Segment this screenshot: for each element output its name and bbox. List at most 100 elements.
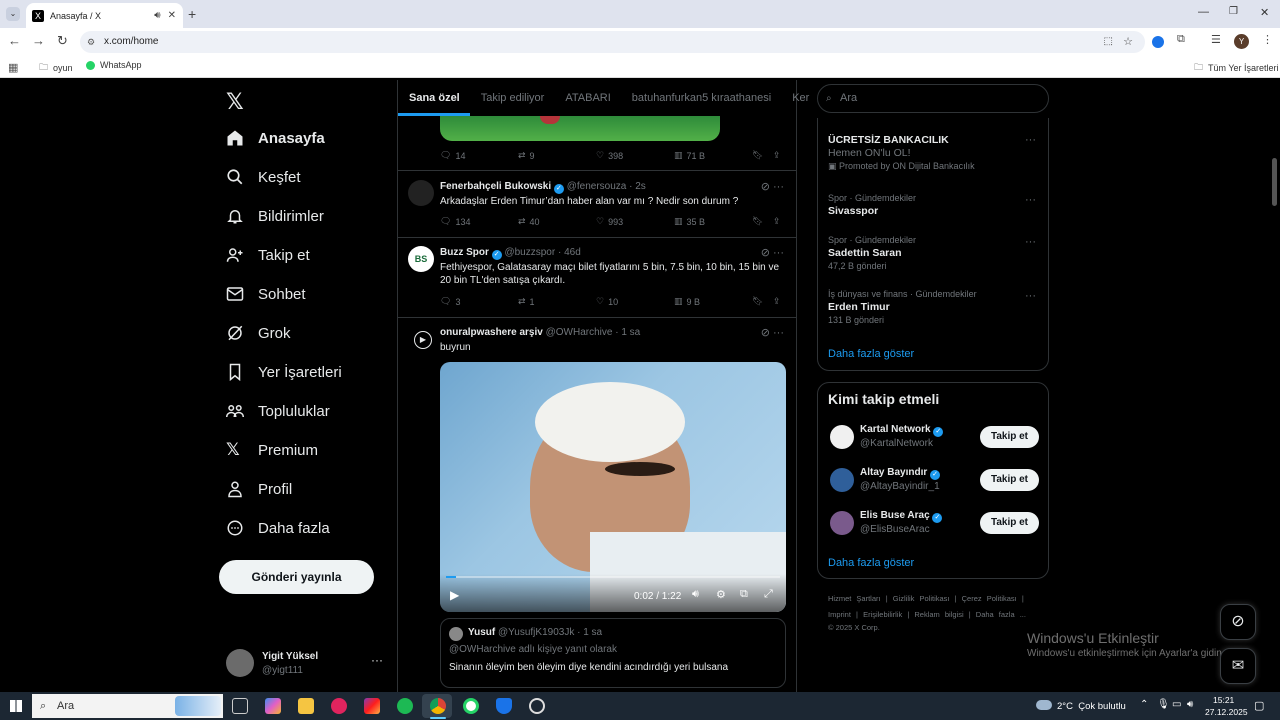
puzzle-icon[interactable]: ⧉ (1177, 33, 1185, 46)
more-icon[interactable]: ··· (1025, 290, 1036, 302)
site-info-icon[interactable]: ⚙ (87, 31, 95, 53)
video-progress[interactable] (446, 576, 780, 578)
post[interactable]: ▶ onuralpwashere arşiv @OWHarchive · 1 s… (398, 318, 796, 692)
grok-more-icons[interactable]: ⊘ ··· (761, 326, 784, 339)
minimize-icon[interactable]: — (1198, 6, 1209, 18)
quoted-reply[interactable]: Yusuf @YusufjK1903Jk · 1 sa @OWHarchive … (440, 618, 786, 688)
whatsapp-icon[interactable] (463, 698, 479, 714)
footer-links-1[interactable]: Hizmet Şartları | Gizlilik Politikası | … (828, 594, 1024, 603)
post-avatar[interactable]: BS (408, 246, 434, 272)
weather-text[interactable]: 2°C Çok bulutlu (1057, 701, 1126, 712)
chrome-icon[interactable] (430, 698, 446, 714)
pip-icon[interactable]: ⧉ (740, 588, 748, 601)
media-player-icon[interactable] (331, 698, 347, 714)
views-button[interactable]: ▥ 71 B (674, 150, 705, 161)
post-button[interactable]: Gönderi yayınla (219, 560, 374, 594)
clock-time[interactable]: 15:21 (1213, 695, 1234, 705)
author-name[interactable]: Fenerbahçeli Bukowski (440, 181, 551, 192)
fullscreen-icon[interactable]: ⤢ (764, 588, 773, 601)
trend-item[interactable]: Spor · Gündemdekiler Sadettin Saran 47,2 B… (828, 234, 916, 273)
bookmark-button[interactable]: 🔖︎ (752, 216, 763, 227)
reply-button[interactable]: 🗨︎ 134 (440, 216, 470, 227)
tab-for-you[interactable]: Sana özel (398, 80, 470, 116)
copilot-icon[interactable] (265, 698, 281, 714)
task-view-icon[interactable] (232, 698, 248, 714)
nav-messages[interactable]: Sohbet (226, 285, 306, 303)
notification-icon[interactable]: ▢ (1254, 699, 1264, 712)
nav-premium[interactable]: 𝕏 Premium (226, 441, 318, 459)
repost-button[interactable]: ⇄ 40 (518, 216, 540, 227)
author-handle[interactable]: @fenersouza · 2s (567, 181, 646, 192)
post-image[interactable] (440, 116, 720, 141)
nav-more[interactable]: Daha fazla (226, 519, 330, 537)
like-button[interactable]: ♡ 398 (596, 150, 623, 161)
follow-button[interactable]: Takip et (980, 469, 1039, 491)
share-button[interactable]: ⇪ (773, 150, 781, 161)
bookmark-oyun[interactable]: 🗀 oyun (39, 60, 73, 76)
follow-suggestion[interactable]: Altay Bayındır ✓ @AltayBayindir_1 Takip … (818, 466, 1050, 496)
media-control-icon[interactable]: ☰ (1211, 33, 1221, 46)
tray-chevron-icon[interactable]: ⌃ (1140, 699, 1148, 710)
volume-icon[interactable]: 🔊︎ (1187, 699, 1193, 710)
tab-ker[interactable]: Ker (781, 80, 819, 116)
spotify-icon[interactable] (397, 698, 413, 714)
nav-bookmarks[interactable]: Yer İşaretleri (226, 363, 342, 381)
new-tab-button[interactable]: + (188, 6, 196, 22)
browser-tab[interactable]: X Anasayfa / X 🔊︎ ✕ (26, 3, 183, 28)
repost-button[interactable]: ⇄ 1 (518, 296, 535, 307)
grok-app-icon[interactable] (529, 698, 545, 714)
more-icon[interactable]: ··· (1025, 134, 1036, 146)
post[interactable]: BS Buzz Spor ✓ @buzzspor · 46d ⊘ ··· Fet… (398, 238, 796, 318)
star-icon[interactable]: ☆ (1123, 31, 1133, 53)
grok-more-icons[interactable]: ⊘ ··· (761, 180, 784, 193)
repost-button[interactable]: ⇄ 9 (518, 150, 535, 161)
reload-icon[interactable]: ↻ (57, 33, 68, 49)
author-handle[interactable]: @buzzspor · 46d (504, 247, 580, 258)
back-icon[interactable]: ← (8, 33, 21, 48)
x-logo-icon[interactable]: 𝕏 (226, 89, 244, 115)
footer-links-2[interactable]: Imprint | Erişilebilirlik | Reklam bilgi… (828, 610, 1026, 619)
extension-icon[interactable] (1152, 36, 1164, 48)
volume-icon[interactable]: 🔊︎ (692, 588, 699, 601)
bookmark-whatsapp[interactable]: WhatsApp (86, 60, 142, 70)
play-icon[interactable]: ▶ (450, 588, 459, 602)
more-icon[interactable]: ··· (1025, 194, 1036, 206)
more-icon[interactable]: ··· (1025, 236, 1036, 248)
weather-icon[interactable] (1036, 700, 1052, 710)
bookmark-button[interactable]: 🔖︎ (752, 296, 763, 307)
follow-suggestion[interactable]: Elis Buse Araç ✓ @ElisBuseArac Takip et (818, 509, 1050, 539)
reply-button[interactable]: 🗨︎ 3 (440, 296, 460, 307)
nav-home[interactable]: Anasayfa (226, 129, 325, 147)
trend-item[interactable]: Spor · Gündemdekiler Sivasspor (828, 192, 916, 218)
share-button[interactable]: ⇪ (773, 216, 781, 227)
search-input[interactable]: ⌕ Ara (817, 84, 1049, 113)
file-explorer-icon[interactable] (298, 698, 314, 714)
author-name[interactable]: onuralpwashere arşiv (440, 327, 543, 338)
author-handle[interactable]: @OWHarchive · 1 sa (546, 327, 641, 338)
settings-icon[interactable]: ⚙ (716, 588, 726, 601)
tab-following[interactable]: Takip ediliyor (470, 80, 555, 116)
nav-follow[interactable]: Takip et (226, 246, 310, 264)
grok-float-button[interactable]: ⊘ (1220, 604, 1256, 640)
nav-explore[interactable]: Keşfet (226, 168, 301, 186)
menu-icon[interactable]: ⋮ (1262, 33, 1273, 46)
share-button[interactable]: ⇪ (773, 296, 781, 307)
messages-float-button[interactable]: ✉ (1220, 648, 1256, 684)
post[interactable]: 🗨︎ 14 ⇄ 9 ♡ 398 ▥ 71 B 🔖︎ ⇪ (398, 116, 796, 171)
close-window-icon[interactable]: ✕ (1260, 6, 1269, 19)
forward-icon[interactable]: → (32, 33, 45, 48)
like-button[interactable]: ♡ 993 (596, 216, 623, 227)
restore-icon[interactable]: ❐ (1229, 6, 1238, 17)
mic-icon[interactable]: 🎙︎ (1157, 699, 1170, 710)
install-icon[interactable]: ⬚ (1104, 31, 1113, 53)
profile-avatar[interactable]: Y (1234, 34, 1249, 49)
taskbar-search[interactable]: ⌕ Ara (32, 694, 223, 718)
tab-atabari[interactable]: ATABARI (554, 80, 620, 116)
defender-icon[interactable] (496, 698, 512, 714)
grok-more-icons[interactable]: ⊘ ··· (761, 246, 784, 259)
views-button[interactable]: ▥ 9 B (674, 296, 700, 307)
show-more-link[interactable]: Daha fazla göster (828, 348, 914, 360)
account-switcher[interactable]: Yigit Yüksel @yigt111 ··· (226, 648, 386, 678)
nav-notifications[interactable]: Bildirimler (226, 207, 324, 225)
nav-grok[interactable]: Grok (226, 324, 291, 342)
